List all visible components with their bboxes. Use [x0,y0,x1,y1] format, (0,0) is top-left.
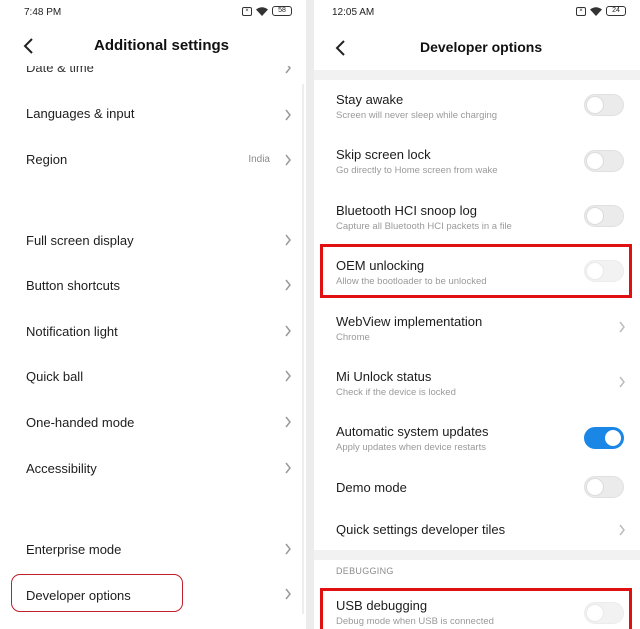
item-label: Full screen display [26,233,134,248]
dev-item-automatic-system-updates[interactable]: Automatic system updates Apply updates w… [314,419,640,463]
settings-item-accessibility[interactable]: Accessibility [0,455,306,485]
item-label: Accessibility [26,461,97,476]
title-bar: Additional settings [0,28,306,64]
item-label: Notification light [26,324,118,339]
chevron-right-icon [285,416,291,428]
dev-item-skip-screen-lock[interactable]: Skip screen lock Go directly to Home scr… [314,142,640,186]
dev-item-bluetooth-hci-snoop-log[interactable]: Bluetooth HCI snoop log Capture all Blue… [314,197,640,241]
chevron-right-icon [285,543,291,555]
dev-item-quick-settings-tiles[interactable]: Quick settings developer tiles [314,515,640,545]
chevron-right-icon [619,376,625,388]
item-title: Quick settings developer tiles [336,522,506,537]
chevron-right-icon [285,370,291,382]
developer-options-highlight [11,574,183,612]
additional-settings-screen: 7:48 PM × 58 Additional settings Date & … [0,0,306,629]
toggle-knob [586,207,604,225]
dev-item-mi-unlock-status[interactable]: Mi Unlock status Check if the device is … [314,363,640,407]
settings-item-quick-ball[interactable]: Quick ball [0,364,306,394]
item-label: One-handed mode [26,415,135,430]
section-header-debugging: DEBUGGING [336,566,394,576]
bluetooth-hci-toggle[interactable] [584,205,624,227]
chevron-right-icon [285,234,291,246]
toggle-knob [586,478,604,496]
page-title: Additional settings [94,37,229,54]
item-title: Mi Unlock status [336,369,432,384]
item-label: Button shortcuts [26,278,120,293]
item-subtitle: Screen will never sleep while charging [336,110,498,121]
status-bar: 7:48 PM × 58 [0,6,306,20]
developer-options-screen: 12:05 AM × 24 Developer options Stay awa… [314,0,640,629]
region-value: India [248,154,270,165]
toggle-knob [586,96,604,114]
settings-item-enterprise-mode[interactable]: Enterprise mode [0,535,306,565]
chevron-right-icon [285,325,291,337]
skip-screen-lock-toggle[interactable] [584,150,624,172]
sim-icon: × [576,6,586,16]
chevron-right-icon [285,109,291,121]
item-title: Stay awake [336,92,404,107]
item-subtitle: Go directly to Home screen from wake [336,165,498,176]
item-subtitle: Capture all Bluetooth HCI packets in a f… [336,221,512,232]
chevron-right-icon [285,588,291,600]
item-subtitle: Chrome [336,332,370,343]
title-bar: Developer options [314,28,640,64]
item-label: Enterprise mode [26,542,122,557]
chevron-right-icon [285,279,291,291]
settings-item-one-handed-mode[interactable]: One-handed mode [0,409,306,439]
status-icons: × 58 [242,6,292,16]
item-title: Automatic system updates [336,424,489,439]
battery-icon: 58 [272,6,292,16]
item-title: Bluetooth HCI snoop log [336,203,477,218]
wifi-icon [590,6,602,16]
sim-icon: × [242,6,252,16]
toggle-knob [604,429,622,447]
oem-unlocking-highlight [320,244,632,298]
toggle-knob [586,152,604,170]
automatic-updates-toggle[interactable] [584,427,624,449]
usb-debugging-highlight [320,588,632,629]
status-time: 12:05 AM [332,7,375,18]
top-divider [314,70,640,80]
item-subtitle: Apply updates when device restarts [336,442,486,453]
back-arrow-icon[interactable] [334,40,348,56]
wifi-icon [256,6,268,16]
item-subtitle: Check if the device is locked [336,387,456,398]
chevron-right-icon [619,321,625,333]
chevron-right-icon [285,462,291,474]
settings-item-notification-light[interactable]: Notification light [0,318,306,348]
item-label: Quick ball [26,369,84,384]
chevron-right-icon [285,154,291,166]
demo-mode-toggle[interactable] [584,476,624,498]
item-title: Skip screen lock [336,147,431,162]
section-divider [314,550,640,560]
chevron-right-icon [619,524,625,536]
dev-item-demo-mode[interactable]: Demo mode [314,474,640,504]
battery-icon: 24 [606,6,626,16]
settings-item-languages[interactable]: Languages & input [0,100,306,130]
panel-divider [306,0,314,629]
item-label: Region [26,152,68,167]
dev-item-webview-implementation[interactable]: WebView implementation Chrome [314,308,640,352]
page-title: Developer options [420,39,543,55]
settings-item-full-screen-display[interactable]: Full screen display [0,226,306,256]
dev-item-stay-awake[interactable]: Stay awake Screen will never sleep while… [314,86,640,130]
stay-awake-toggle[interactable] [584,94,624,116]
scrollbar[interactable] [302,84,304,614]
status-icons: × 24 [576,6,626,16]
status-time: 7:48 PM [24,7,62,18]
settings-item-region[interactable]: Region India [0,146,306,176]
item-title: WebView implementation [336,314,483,329]
back-arrow-icon[interactable] [22,38,36,54]
settings-item-button-shortcuts[interactable]: Button shortcuts [0,272,306,302]
item-title: Demo mode [336,480,407,495]
item-label: Languages & input [26,106,135,121]
status-bar: 12:05 AM × 24 [314,6,640,20]
